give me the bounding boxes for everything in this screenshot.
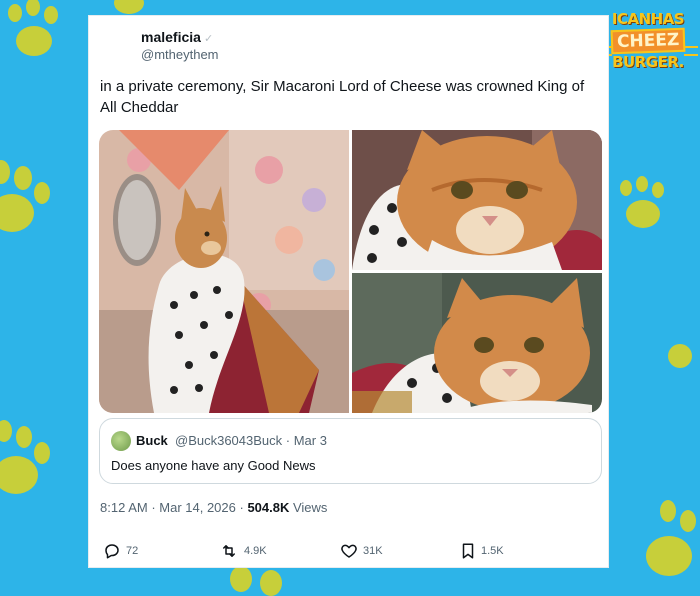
logo-line-1: ICANHAS	[611, 10, 685, 28]
icanhascheezburger-logo: ICANHAS CHEEZ BURGER.	[598, 10, 698, 86]
bookmark-count: 1.5K	[481, 545, 504, 557]
like-count: 31K	[363, 545, 383, 557]
paw-print-decoration	[616, 176, 686, 250]
like-button[interactable]: 31K	[340, 542, 383, 560]
bookmark-icon	[462, 543, 474, 559]
cat-royal-photo-3[interactable]	[352, 273, 602, 413]
verified-badge-icon: ✓	[203, 33, 214, 45]
paw-print-decoration	[0, 420, 70, 510]
views-count: 504.8K	[247, 500, 290, 515]
logo-line-3: BURGER.	[612, 53, 684, 71]
quoted-author-name[interactable]: Buck	[136, 433, 168, 448]
quoted-tweet[interactable]: Buck @Buck36043Buck · Mar 3 Does anyone …	[99, 418, 602, 484]
paw-print-decoration	[0, 160, 60, 240]
cat-royal-photo-1[interactable]	[99, 130, 349, 413]
author-name[interactable]: maleficia	[141, 29, 201, 45]
paw-print-decoration	[230, 566, 310, 596]
quoted-author-avatar[interactable]	[111, 431, 131, 451]
bookmark-button[interactable]: 1.5K	[460, 542, 504, 560]
cat-royal-photo-2[interactable]	[352, 130, 602, 270]
repost-button[interactable]: 4.9K	[219, 542, 267, 560]
reply-button[interactable]: 72	[103, 542, 138, 560]
repost-icon	[223, 545, 235, 557]
paw-print-decoration	[6, 0, 66, 64]
author-name-row[interactable]: maleficia ✓	[141, 29, 213, 45]
tweet-card: maleficia ✓ @mtheythem in a private cerem…	[88, 15, 609, 568]
paw-print-decoration	[668, 344, 698, 374]
author-handle[interactable]: @mtheythem	[141, 47, 219, 62]
tweet-meta: 8:12 AM · Mar 14, 2026 · 504.8K Views	[100, 500, 327, 515]
meta-separator: ·	[235, 500, 248, 515]
action-bar: 72 4.9K 31K 1.5K	[89, 542, 610, 562]
tweet-text: in a private ceremony, Sir Macaroni Lord…	[100, 78, 585, 116]
reply-count: 72	[126, 545, 139, 557]
quoted-author-meta[interactable]: @Buck36043Buck · Mar 3	[175, 433, 327, 448]
reply-icon	[105, 544, 119, 559]
paw-print-decoration	[640, 500, 700, 580]
repost-count: 4.9K	[244, 545, 267, 557]
tweet-time[interactable]: 8:12 AM	[100, 500, 148, 515]
tweet-media-grid	[99, 130, 602, 413]
meta-separator: ·	[147, 500, 160, 515]
heart-icon	[341, 544, 357, 558]
tweet-date[interactable]: Mar 14, 2026	[159, 500, 236, 515]
author-avatar[interactable]	[99, 26, 139, 66]
quoted-tweet-text: Does anyone have any Good News	[111, 458, 316, 473]
views-label: Views	[289, 500, 328, 515]
logo-line-2: CHEEZ	[610, 27, 686, 55]
